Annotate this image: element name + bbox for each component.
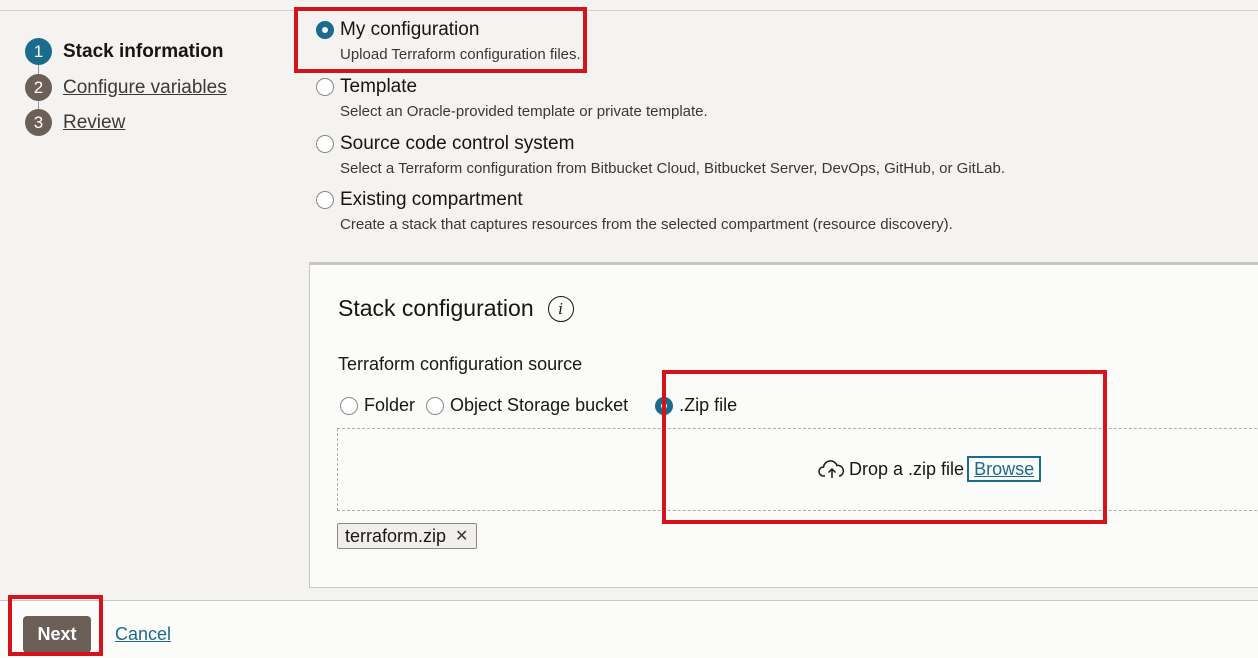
step-configure-variables[interactable]: 2 Configure variables <box>25 74 227 101</box>
option-source-code-control[interactable]: Source code control system Select a Terr… <box>316 133 1005 177</box>
uploaded-file-name: terraform.zip <box>345 525 447 546</box>
option-description: Create a stack that captures resources f… <box>340 216 953 233</box>
radio-folder[interactable] <box>340 396 358 415</box>
option-title: Source code control system <box>340 133 575 154</box>
step-stack-information: 1 Stack information <box>25 38 223 65</box>
source-option-label: Folder <box>364 395 416 415</box>
option-existing-compartment[interactable]: Existing compartment Create a stack that… <box>316 189 953 233</box>
option-title: Template <box>340 76 418 97</box>
step-number: 2 <box>25 74 52 101</box>
radio-template[interactable] <box>316 78 334 96</box>
option-title: Existing compartment <box>340 189 523 210</box>
panel-title-row: Stack configuration i <box>338 295 574 322</box>
step-review[interactable]: 3 Review <box>25 109 125 136</box>
source-option-object-storage[interactable]: Object Storage bucket <box>426 395 628 416</box>
close-icon[interactable]: ✕ <box>455 526 468 546</box>
info-icon[interactable]: i <box>547 295 574 322</box>
step-label: Stack information <box>63 40 224 62</box>
radio-existing-compartment[interactable] <box>316 191 334 209</box>
step-connector <box>38 65 39 74</box>
panel-title: Stack configuration <box>338 295 534 321</box>
highlight-box-next <box>8 595 103 656</box>
top-divider <box>0 10 1258 11</box>
highlight-box-zip-file <box>662 370 1107 524</box>
step-label[interactable]: Review <box>63 112 125 134</box>
step-label[interactable]: Configure variables <box>63 77 227 99</box>
source-option-folder[interactable]: Folder <box>340 395 415 416</box>
source-option-label: Object Storage bucket <box>450 395 629 415</box>
cancel-link[interactable]: Cancel <box>115 624 171 645</box>
uploaded-file-chip: terraform.zip ✕ <box>337 523 478 549</box>
footer-bar <box>0 601 1258 658</box>
radio-source-code-control[interactable] <box>316 135 334 153</box>
option-description: Select a Terraform configuration from Bi… <box>340 160 1006 177</box>
option-template[interactable]: Template Select an Oracle-provided templ… <box>316 76 708 120</box>
highlight-box-my-configuration <box>294 7 587 73</box>
radio-object-storage[interactable] <box>426 396 445 415</box>
step-number: 1 <box>25 38 52 65</box>
option-description: Select an Oracle-provided template or pr… <box>340 103 708 120</box>
step-number: 3 <box>25 109 52 136</box>
source-label: Terraform configuration source <box>338 354 583 374</box>
